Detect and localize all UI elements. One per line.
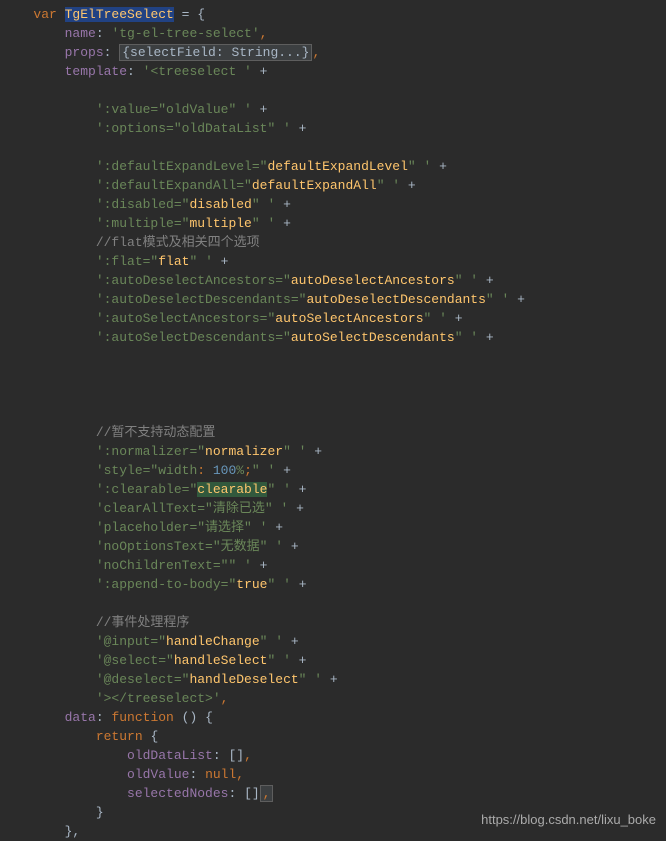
- code-line: oldValue: null,: [0, 765, 666, 784]
- code-line: ':autoDeselectAncestors="autoDeselectAnc…: [0, 271, 666, 290]
- code-editor[interactable]: var TgElTreeSelect = { name: 'tg-el-tree…: [0, 5, 666, 841]
- code-line: 'noOptionsText="无数据" ' +: [0, 537, 666, 556]
- code-line: ':autoDeselectDescendants="autoDeselectD…: [0, 290, 666, 309]
- code-line: ':normalizer="normalizer" ' +: [0, 442, 666, 461]
- code-line: ':disabled="disabled" ' +: [0, 195, 666, 214]
- code-line: //事件处理程序: [0, 613, 666, 632]
- code-line: props: {selectField: String...},: [0, 43, 666, 62]
- code-line: 'noChildrenText="" ' +: [0, 556, 666, 575]
- watermark: https://blog.csdn.net/lixu_boke: [481, 810, 656, 829]
- code-line: ':multiple="multiple" ' +: [0, 214, 666, 233]
- code-line: 'placeholder="请选择" ' +: [0, 518, 666, 537]
- code-line: '@select="handleSelect" ' +: [0, 651, 666, 670]
- code-line: return {: [0, 727, 666, 746]
- code-line: ':autoSelectDescendants="autoSelectDesce…: [0, 328, 666, 347]
- code-line: oldDataList: [],: [0, 746, 666, 765]
- code-line: var TgElTreeSelect = {: [0, 5, 666, 24]
- code-line: 'style="width: 100%;" ' +: [0, 461, 666, 480]
- code-line: '@input="handleChange" ' +: [0, 632, 666, 651]
- code-line: [0, 81, 666, 100]
- code-line: 'clearAllText="清除已选" ' +: [0, 499, 666, 518]
- code-line: [0, 366, 666, 385]
- code-line: ':defaultExpandLevel="defaultExpandLevel…: [0, 157, 666, 176]
- code-line: ':clearable="clearable" ' +: [0, 480, 666, 499]
- code-line: [0, 347, 666, 366]
- code-line: [0, 138, 666, 157]
- code-line: ':autoSelectAncestors="autoSelectAncesto…: [0, 309, 666, 328]
- code-line: ':append-to-body="true" ' +: [0, 575, 666, 594]
- code-line: ':defaultExpandAll="defaultExpandAll" ' …: [0, 176, 666, 195]
- code-line: '></treeselect>',: [0, 689, 666, 708]
- code-line: //暂不支持动态配置: [0, 423, 666, 442]
- code-line: ':flat="flat" ' +: [0, 252, 666, 271]
- code-line: [0, 385, 666, 404]
- code-line: [0, 594, 666, 613]
- code-line: data: function () {: [0, 708, 666, 727]
- code-line: //flat模式及相关四个选项: [0, 233, 666, 252]
- code-line: '@deselect="handleDeselect" ' +: [0, 670, 666, 689]
- code-line: template: '<treeselect ' +: [0, 62, 666, 81]
- code-line: [0, 404, 666, 423]
- code-line: name: 'tg-el-tree-select',: [0, 24, 666, 43]
- code-line: selectedNodes: [],: [0, 784, 666, 803]
- code-line: ':options="oldDataList" ' +: [0, 119, 666, 138]
- code-line: ':value="oldValue" ' +: [0, 100, 666, 119]
